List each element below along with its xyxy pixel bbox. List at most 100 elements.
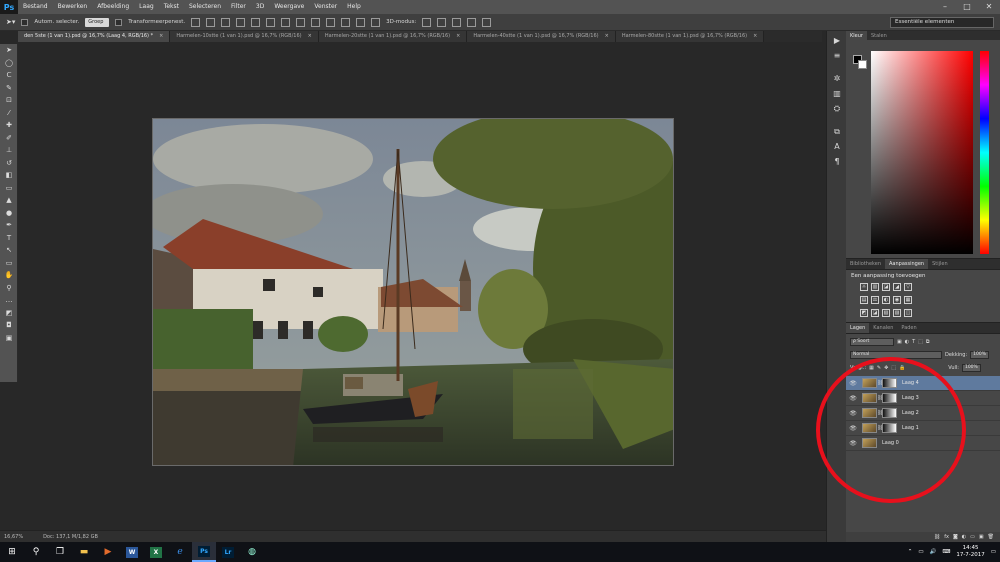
lock-pixels-icon[interactable]: ✎	[877, 365, 881, 371]
new-group-icon[interactable]: ▭	[970, 534, 975, 540]
add-mask-icon[interactable]: ◙	[953, 534, 958, 540]
menu-afbeelding[interactable]: Afbeelding	[92, 0, 134, 14]
posterize-adjustment-icon[interactable]: ◪	[871, 309, 879, 317]
filter-type-icon[interactable]: T	[912, 339, 915, 345]
edge-browser-icon[interactable]: ℯ	[168, 542, 192, 562]
document-canvas[interactable]	[152, 118, 674, 466]
transform-controls-checkbox[interactable]	[115, 18, 123, 26]
menu-bewerken[interactable]: Bewerken	[53, 0, 93, 14]
threshold-adjustment-icon[interactable]: ▧	[882, 309, 890, 317]
layer-kind-filter[interactable]: ρ Soort	[850, 337, 894, 346]
menu-selecteren[interactable]: Selecteren	[184, 0, 226, 14]
fill-input[interactable]: 100%	[961, 363, 981, 372]
close-tab-icon[interactable]: ×	[605, 33, 609, 39]
3d-drag-icon[interactable]	[452, 17, 462, 27]
lock-artboard-icon[interactable]: ⬚	[891, 365, 896, 371]
blur-icon[interactable]: ▲	[0, 194, 18, 207]
minimize-button[interactable]: –	[934, 0, 956, 14]
invert-adjustment-icon[interactable]: ◩	[860, 309, 868, 317]
channel-mixer-adjustment-icon[interactable]: ▦	[904, 296, 912, 304]
stamp-icon[interactable]: ⊥	[0, 144, 18, 157]
document-info[interactable]: Doc: 137,1 M/1,82 GB	[43, 534, 98, 540]
close-tab-icon[interactable]: ×	[308, 33, 312, 39]
search-icon[interactable]: ⚲	[24, 542, 48, 562]
menu-tekst[interactable]: Tekst	[159, 0, 184, 14]
distribute-bottom-icon[interactable]	[311, 17, 321, 27]
menu-weergave[interactable]: Weergave	[269, 0, 309, 14]
app-icon[interactable]: ◍	[240, 542, 264, 562]
histogram-icon[interactable]: ▥	[827, 86, 847, 101]
media-player-icon[interactable]: ▶	[96, 542, 120, 562]
tab-lagen[interactable]: Lagen	[846, 323, 870, 333]
photoshop-app-icon[interactable]: Ps	[192, 542, 216, 562]
hue-slider[interactable]	[980, 51, 989, 254]
layer-mask-thumbnail[interactable]	[882, 393, 897, 403]
menu-venster[interactable]: Venster	[309, 0, 342, 14]
layer-row[interactable]: 👁 ⛓ Laag 1	[846, 421, 1000, 436]
pen-icon[interactable]: ✒	[0, 219, 18, 232]
tab-aanpassingen[interactable]: Aanpassingen	[885, 259, 929, 269]
crop-icon[interactable]: ⊡	[0, 94, 18, 107]
healing-icon[interactable]: ✚	[0, 119, 18, 132]
lock-transparent-icon[interactable]: ▦	[869, 365, 874, 371]
delete-layer-icon[interactable]: 🗑	[988, 534, 994, 540]
panel-collapse-icon[interactable]: ▶	[827, 33, 847, 48]
zoom-icon[interactable]: ⚲	[0, 282, 18, 295]
color-balance-adjustment-icon[interactable]: ⚖	[871, 296, 879, 304]
black-white-adjustment-icon[interactable]: ◐	[882, 296, 890, 304]
quickmask-icon[interactable]: ◘	[0, 319, 18, 332]
auto-align-icon[interactable]	[371, 17, 381, 27]
tab-document[interactable]: Harmelen-10stte (1 van 1).psd @ 16,7% (R…	[170, 31, 319, 42]
windows-start-icon[interactable]: ⊞	[0, 542, 24, 562]
notifications-icon[interactable]: ▭	[991, 549, 996, 555]
distribute-center-icon[interactable]	[341, 17, 351, 27]
visibility-eye-icon[interactable]: 👁	[846, 380, 860, 387]
3d-slide-icon[interactable]	[467, 17, 477, 27]
path-select-icon[interactable]: ↖	[0, 244, 18, 257]
distribute-middle-icon[interactable]	[296, 17, 306, 27]
align-bottom-icon[interactable]	[221, 17, 231, 27]
close-window-button[interactable]: ✕	[978, 0, 1000, 14]
layer-mask-thumbnail[interactable]	[882, 423, 897, 433]
filter-adjustment-icon[interactable]: ◐	[905, 339, 909, 345]
new-adjustment-icon[interactable]: ◐	[962, 534, 966, 540]
lock-position-icon[interactable]: ✥	[884, 365, 888, 371]
tab-bibliotheken[interactable]: Bibliotheken	[846, 259, 885, 269]
close-tab-icon[interactable]: ×	[456, 33, 460, 39]
workspace-dropdown[interactable]: Essentiële elementen	[890, 17, 994, 28]
levels-adjustment-icon[interactable]: ▥	[871, 283, 879, 291]
menu-3d[interactable]: 3D	[251, 0, 269, 14]
opacity-input[interactable]: 100%	[970, 350, 990, 359]
visibility-eye-icon[interactable]: 👁	[846, 440, 860, 447]
align-top-icon[interactable]	[191, 17, 201, 27]
eyedropper-icon[interactable]: ⁄	[0, 107, 18, 120]
layer-mask-thumbnail[interactable]	[882, 408, 897, 418]
tab-paden[interactable]: Paden	[897, 323, 920, 333]
dodge-icon[interactable]: ●	[0, 207, 18, 220]
tab-stijlen[interactable]: Stijlen	[928, 259, 952, 269]
layer-row[interactable]: 👁 ⛓ Laag 4	[846, 376, 1000, 391]
hand-icon[interactable]: ✋	[0, 269, 18, 282]
marquee-icon[interactable]: ◯	[0, 57, 18, 70]
menu-laag[interactable]: Laag	[134, 0, 159, 14]
visibility-eye-icon[interactable]: 👁	[846, 425, 860, 432]
excel-app-icon[interactable]: X	[144, 542, 168, 562]
shape-icon[interactable]: ▭	[0, 257, 18, 270]
distribute-left-icon[interactable]	[326, 17, 336, 27]
auto-select-checkbox[interactable]	[21, 18, 29, 26]
brush-icon[interactable]: ✐	[0, 132, 18, 145]
move-icon[interactable]: ➤	[0, 44, 18, 57]
3d-rotate-icon[interactable]	[422, 17, 432, 27]
curves-adjustment-icon[interactable]: ◪	[882, 283, 890, 291]
gradient-map-adjustment-icon[interactable]: ▨	[893, 309, 901, 317]
align-center-icon[interactable]	[251, 17, 261, 27]
close-tab-icon[interactable]: ×	[753, 33, 757, 39]
auto-select-dropdown[interactable]: Groep	[85, 17, 110, 27]
quick-select-icon[interactable]: ✎	[0, 82, 18, 95]
tab-document-active[interactable]: den 5ste (1 van 1).psd @ 16,7% (Laag 4, …	[18, 31, 171, 42]
layer-row[interactable]: 👁 ⛓ Laag 2	[846, 406, 1000, 421]
brush-settings-icon[interactable]: ✲	[827, 71, 847, 86]
blend-mode-dropdown[interactable]: Normal	[850, 350, 942, 359]
exposure-adjustment-icon[interactable]: ◢	[893, 283, 901, 291]
tab-document[interactable]: Harmelen-20stte (1 van 1).psd @ 16,7% (R…	[318, 31, 468, 42]
